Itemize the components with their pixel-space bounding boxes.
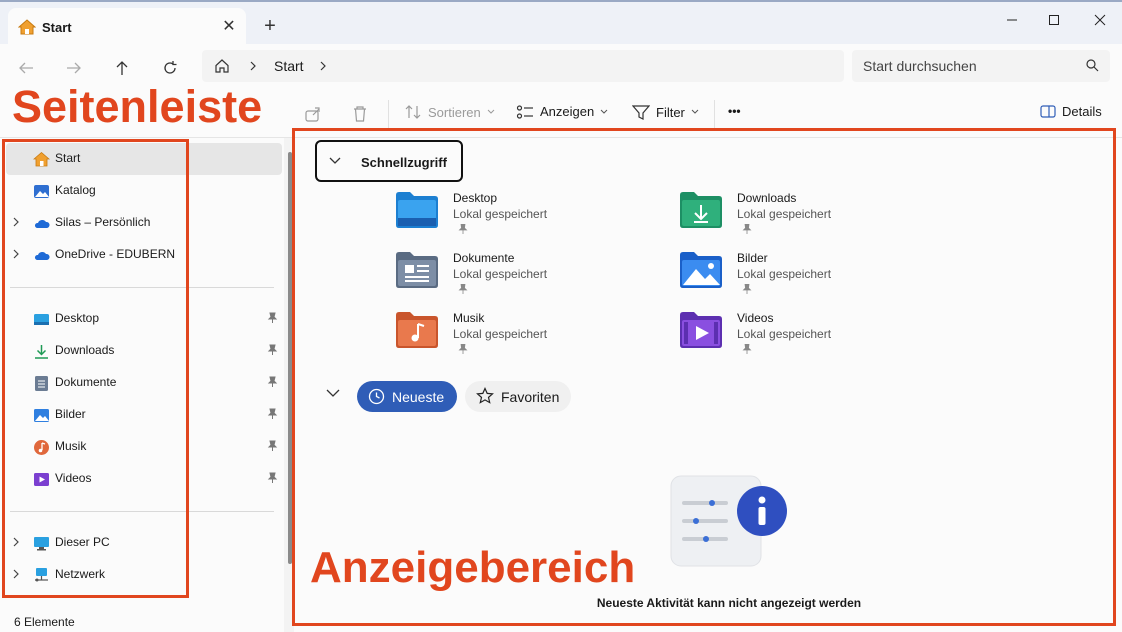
chevron-down-icon	[487, 109, 495, 114]
sort-icon	[405, 105, 421, 119]
more-options-button[interactable]: •••	[728, 104, 741, 118]
back-button[interactable]	[12, 54, 40, 82]
chevron-right-icon[interactable]	[318, 58, 328, 74]
new-tab-button[interactable]: +	[258, 14, 282, 38]
sort-button[interactable]: Sortieren	[404, 104, 495, 120]
tab-start[interactable]: Start ✕	[8, 8, 246, 46]
breadcrumb-start[interactable]: Start	[274, 58, 304, 74]
pin-icon[interactable]	[266, 376, 278, 388]
details-button[interactable]: Details	[1040, 104, 1102, 119]
chevron-down-icon	[691, 109, 699, 114]
refresh-button[interactable]	[156, 54, 184, 82]
search-icon[interactable]	[1086, 59, 1099, 72]
chevron-right-icon[interactable]	[248, 58, 258, 74]
filter-label: Filter	[656, 104, 685, 120]
pin-icon[interactable]	[266, 472, 278, 484]
details-pane-icon	[1040, 105, 1056, 118]
view-button[interactable]: Anzeigen	[516, 104, 608, 119]
forward-button[interactable]	[60, 54, 88, 82]
pin-icon[interactable]	[266, 312, 278, 324]
pin-icon[interactable]	[266, 344, 278, 356]
toolbar-separator	[714, 100, 715, 128]
tab-title: Start	[42, 20, 72, 35]
pin-icon[interactable]	[266, 408, 278, 420]
filter-button[interactable]: Filter	[632, 104, 699, 120]
pin-icon[interactable]	[266, 440, 278, 452]
sidebar-annotation-box	[2, 139, 189, 598]
view-label: Anzeigen	[540, 104, 595, 119]
title-bar: Start ✕ +	[0, 0, 1122, 46]
address-bar[interactable]: Start	[202, 50, 844, 82]
status-bar: 6 Elemente	[0, 608, 284, 632]
close-window-button[interactable]	[1078, 8, 1122, 32]
view-icon	[516, 104, 533, 119]
tab-close-button[interactable]: ✕	[220, 18, 238, 36]
chevron-down-icon	[600, 109, 608, 114]
search-placeholder: Start durchsuchen	[863, 58, 977, 74]
filter-icon	[632, 105, 650, 120]
home-icon[interactable]	[214, 58, 230, 74]
delete-icon[interactable]	[352, 105, 368, 123]
search-input[interactable]: Start durchsuchen	[852, 50, 1110, 82]
sidebar-annotation-label: Seitenleiste	[12, 81, 263, 132]
item-count: 6 Elemente	[14, 615, 75, 629]
minimize-button[interactable]	[990, 8, 1034, 32]
share-icon[interactable]	[304, 105, 322, 123]
maximize-button[interactable]	[1032, 8, 1076, 32]
home-icon	[18, 19, 36, 35]
content-annotation-label: Anzeigebereich	[310, 543, 636, 592]
sort-label: Sortieren	[428, 104, 481, 120]
details-label: Details	[1062, 104, 1102, 119]
toolbar-separator	[388, 100, 389, 128]
up-button[interactable]	[108, 54, 136, 82]
